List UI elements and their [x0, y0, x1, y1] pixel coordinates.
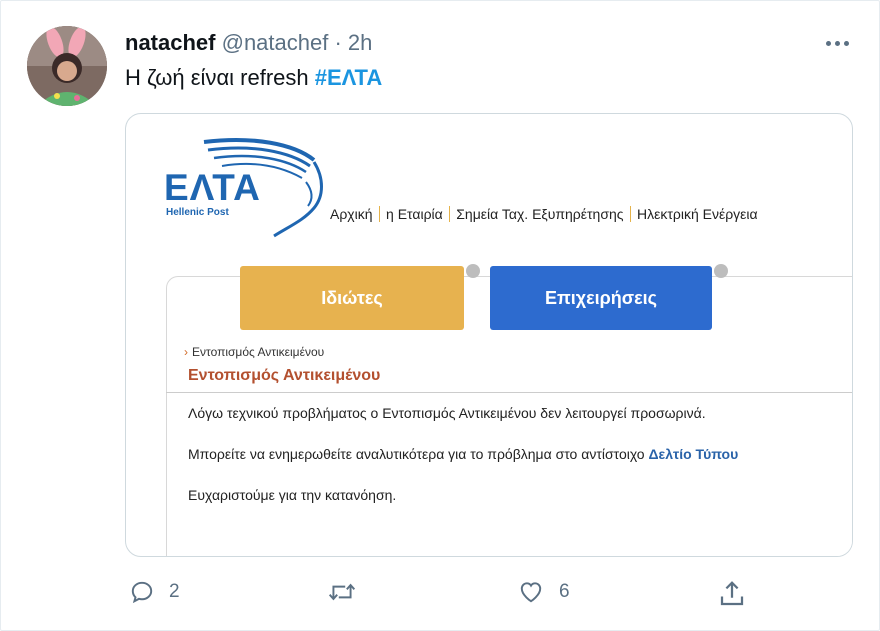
nav-separator	[629, 206, 631, 222]
info-message: Μπορείτε να ενημερωθείτε αναλυτικότερα γ…	[188, 446, 738, 462]
press-release-link[interactable]: Δελτίο Τύπου	[648, 446, 738, 462]
avatar-image	[27, 26, 107, 106]
info-message-text: Μπορείτε να ενημερωθείτε αναλυτικότερα γ…	[188, 446, 645, 462]
nav-separator	[448, 206, 451, 222]
nav-item-home[interactable]: Αρχική	[330, 206, 373, 222]
tab-private[interactable]: Ιδιώτες	[240, 266, 464, 330]
tweet-media-image[interactable]: ΕΛΤΑ Hellenic Post Αρχική η Εταιρία Σημε…	[125, 113, 853, 557]
nav-item-electric-energy[interactable]: Ηλεκτρική Ενέργεια	[637, 206, 758, 222]
breadcrumb: › Εντοπισμός Αντικειμένου	[184, 345, 324, 359]
tab-corner	[466, 264, 480, 278]
hashtag-link[interactable]: #ΕΛΤΑ	[315, 65, 382, 90]
retweet-button[interactable]	[327, 579, 371, 605]
tweet-body: Η ζωή είναι refresh	[125, 65, 309, 90]
reply-button[interactable]: 2	[129, 579, 180, 605]
retweet-icon	[328, 583, 356, 601]
separator-dot: ·	[334, 30, 342, 55]
share-icon	[720, 581, 744, 606]
logo-subtitle: Hellenic Post	[166, 207, 229, 218]
tweet-header: natachef @natachef · 2h	[125, 29, 372, 57]
nav-item-service-points[interactable]: Σημεία Ταχ. Εξυπηρέτησης	[456, 206, 623, 222]
reply-count: 2	[169, 581, 180, 602]
thanks-message: Ευχαριστούμε για την κατανόηση.	[188, 487, 397, 503]
like-count: 6	[559, 581, 570, 602]
display-name[interactable]: natachef	[125, 30, 215, 55]
timestamp[interactable]: 2h	[348, 30, 372, 55]
tweet-actions: 2 6	[1, 579, 880, 611]
like-icon	[520, 582, 542, 603]
more-dot	[843, 40, 849, 46]
user-handle[interactable]: @natachef	[222, 30, 329, 55]
more-dot	[825, 40, 831, 46]
tab-corner	[714, 264, 728, 278]
tab-business[interactable]: Επιχειρήσεις	[490, 266, 712, 330]
reply-icon	[131, 581, 153, 604]
breadcrumb-arrow-icon: ›	[184, 345, 188, 359]
like-button[interactable]: 6	[517, 579, 570, 605]
breadcrumb-label[interactable]: Εντοπισμός Αντικειμένου	[192, 345, 324, 359]
more-options-icon[interactable]	[819, 29, 855, 57]
tweet-text: Η ζωή είναι refresh #ΕΛΤΑ	[125, 63, 382, 93]
nav-item-company[interactable]: η Εταιρία	[386, 206, 443, 222]
nav-separator	[378, 206, 381, 222]
logo-wordmark: ΕΛΤΑ	[164, 167, 261, 208]
error-message: Λόγω τεχνικού προβλήματος ο Εντοπισμός Α…	[188, 405, 706, 421]
top-navigation: Αρχική η Εταιρία Σημεία Ταχ. Εξυπηρέτηση…	[330, 206, 758, 222]
share-button[interactable]	[717, 579, 747, 609]
page-title: Εντοπισμός Αντικειμένου	[188, 367, 381, 384]
avatar[interactable]	[27, 26, 107, 106]
tweet-card[interactable]: natachef @natachef · 2h Η ζωή είναι refr…	[0, 0, 880, 631]
more-dot	[834, 40, 840, 46]
divider	[166, 392, 852, 393]
